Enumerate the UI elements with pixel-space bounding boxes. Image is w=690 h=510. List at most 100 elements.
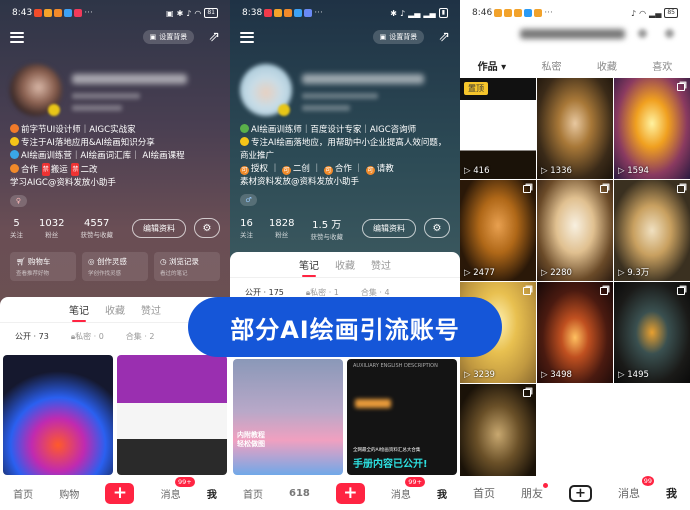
shopping-cart-card[interactable]: 🛒︎ 购物车 查看推荐好物 — [10, 252, 76, 281]
edit-profile-button[interactable]: 编辑资料 — [362, 218, 416, 238]
app-notification-icon — [504, 9, 513, 17]
video-grid: 置顶 ▷ 416 ▷ 1336 ▷ 1594 ▷ 2477 ▷ 2280 ▷ 9… — [460, 78, 690, 485]
nav-me[interactable]: 我 — [207, 486, 217, 501]
nav-home[interactable]: 首页 — [243, 486, 263, 501]
app-notification-icon — [64, 9, 73, 17]
app-notification-icon — [514, 9, 523, 17]
sparkle-icon — [240, 137, 249, 146]
create-plus-button[interactable]: + — [335, 482, 365, 504]
video-thumbnail[interactable]: ▷ 3498 — [537, 282, 613, 383]
signal-icon: ▂▄ — [423, 8, 436, 18]
share-icon[interactable]: ⇗ — [438, 29, 450, 45]
app-notification-icon — [294, 9, 303, 17]
settings-gear-icon[interactable]: ⚙ — [424, 218, 450, 238]
tab-private[interactable]: 私密 — [542, 58, 562, 73]
stat-followers[interactable]: 1032 粉丝 — [39, 218, 64, 239]
status-bar: 8:43 ··· ▣ ✱ ♪ ◠ 81 — [12, 6, 218, 20]
note-card[interactable]: 内附教程 轻松做图 — [233, 359, 343, 475]
bio-footer[interactable]: 学习AIGC@资料发放小助手 — [10, 177, 222, 190]
status-bar: 8:38 ··· ✱ ♪ ▂▄ ▂▄ ▮ — [242, 6, 448, 20]
play-count: ▷ 2280 — [541, 268, 572, 278]
play-count: ▷ 416 — [464, 166, 490, 176]
create-plus-button[interactable]: + — [569, 484, 592, 502]
nickname-blurred — [520, 29, 625, 39]
permit-icon — [10, 164, 19, 173]
note-card[interactable] — [3, 355, 113, 475]
stats-row: 5 关注 1032 粉丝 4557 获赞与收藏 编辑资料 ⚙ — [10, 214, 220, 242]
note-card[interactable]: AUXILIARY ENGLISH DESCRIPTION 全网最全的AI绘画资… — [347, 359, 457, 475]
more-notifications-icon: ··· — [544, 8, 553, 18]
bio: AI绘画训练师｜百度设计专家｜AIGC咨询师 专注AI绘画落地应，用帮助中小企业… — [240, 124, 452, 189]
multi-image-icon — [677, 287, 685, 295]
inspiration-card[interactable]: ◎ 创作灵感 学创作找灵感 — [82, 252, 148, 281]
video-thumbnail[interactable]: ▷ 1336 — [537, 78, 613, 179]
tab-liked[interactable]: 赞过 — [141, 302, 161, 317]
video-thumbnail[interactable]: ▷ 2280 — [537, 180, 613, 281]
video-thumbnail[interactable]: ▷ 1495 — [614, 282, 690, 383]
nav-messages[interactable]: 消息 99+ — [161, 476, 195, 501]
subtab-public[interactable]: 公开 · 73 — [15, 331, 49, 342]
nav-618[interactable]: 618 — [289, 488, 310, 499]
mute-icon: ♪ — [630, 8, 637, 18]
nav-friends[interactable]: 朋友 — [521, 483, 548, 501]
tab-notes[interactable]: 笔记 — [299, 257, 319, 277]
unread-badge: 99+ — [174, 476, 195, 487]
tab-notes[interactable]: 笔记 — [69, 302, 89, 322]
settings-gear-icon[interactable]: ⚙ — [194, 218, 220, 238]
emoji-icon — [10, 124, 19, 133]
video-thumbnail[interactable]: ▷ 9.3万 — [614, 180, 690, 281]
create-plus-button[interactable]: + — [105, 482, 135, 504]
battery-icon: 85 — [664, 8, 678, 18]
tab-likes[interactable]: 喜欢 — [652, 58, 672, 73]
stat-likes[interactable]: 1.5 万获赞与收藏 — [310, 216, 343, 241]
status-time: 8:38 — [242, 8, 263, 18]
stat-likes[interactable]: 4557 获赞与收藏 — [80, 218, 113, 239]
menu-icon[interactable] — [240, 31, 254, 43]
more-icon[interactable] — [665, 29, 674, 38]
image-icon: ▣ — [379, 33, 387, 41]
nav-shopping[interactable]: 购物 — [59, 486, 79, 501]
video-thumbnail[interactable]: 置顶 ▷ 416 — [460, 78, 536, 179]
nav-home[interactable]: 首页 — [473, 485, 495, 501]
new-dot — [543, 483, 548, 488]
subtab-private[interactable]: 🔒︎私密 · 0 — [71, 331, 104, 342]
stat-following[interactable]: 16 关注 — [240, 218, 253, 239]
menu-icon[interactable] — [10, 31, 24, 43]
nav-messages[interactable]: 消息 99+ — [391, 476, 425, 501]
nfc-icon: ▣ — [166, 8, 174, 18]
tab-collections[interactable]: 收藏 — [105, 302, 125, 317]
multi-image-icon — [600, 287, 608, 295]
play-count: ▷ 1594 — [618, 166, 649, 176]
tab-liked[interactable]: 赞过 — [371, 257, 391, 272]
share-icon[interactable]: ⇗ — [208, 29, 220, 45]
multi-image-icon — [523, 287, 531, 295]
bio-footer[interactable]: 素材资料发放@资料发放小助手 — [240, 176, 452, 189]
note-card[interactable] — [117, 355, 227, 475]
stat-followers[interactable]: 1828 粉丝 — [269, 218, 294, 239]
search-icon[interactable] — [638, 29, 647, 38]
play-count: ▷ 2477 — [464, 268, 495, 278]
tab-collections[interactable]: 收藏 — [335, 257, 355, 272]
works-tabs: 作品 ▾ 私密 收藏 喜欢 — [460, 58, 690, 73]
forbidden-icon: 禁 — [41, 163, 50, 176]
video-thumbnail[interactable]: ▷ 2477 — [460, 180, 536, 281]
history-card[interactable]: ◷ 浏览记录 看过的笔记 — [154, 252, 220, 281]
bottom-nav: 首页 购物 + 消息 99+ 我 — [0, 476, 230, 510]
set-background-button[interactable]: ▣ 设置背景 — [372, 30, 425, 44]
app-notification-icon — [304, 9, 313, 17]
edit-profile-button[interactable]: 编辑资料 — [132, 218, 186, 238]
video-thumbnail[interactable] — [460, 384, 536, 485]
subtab-albums[interactable]: 合集 · 2 — [126, 331, 155, 342]
nav-home[interactable]: 首页 — [13, 486, 33, 501]
bottom-nav: 首页 618 + 消息 99+ 我 — [230, 476, 460, 510]
nav-me[interactable]: 我 — [437, 486, 447, 501]
nav-me[interactable]: 我 — [666, 485, 677, 501]
tab-favorites[interactable]: 收藏 — [597, 58, 617, 73]
profile-header — [460, 24, 690, 46]
tab-works[interactable]: 作品 ▾ — [478, 58, 507, 73]
set-background-button[interactable]: ▣ 设置背景 — [142, 30, 195, 44]
nav-messages[interactable]: 消息 99 — [618, 476, 654, 501]
stat-following[interactable]: 5 关注 — [10, 218, 23, 239]
video-thumbnail[interactable]: ▷ 1594 — [614, 78, 690, 179]
nickname-blurred — [302, 74, 424, 84]
